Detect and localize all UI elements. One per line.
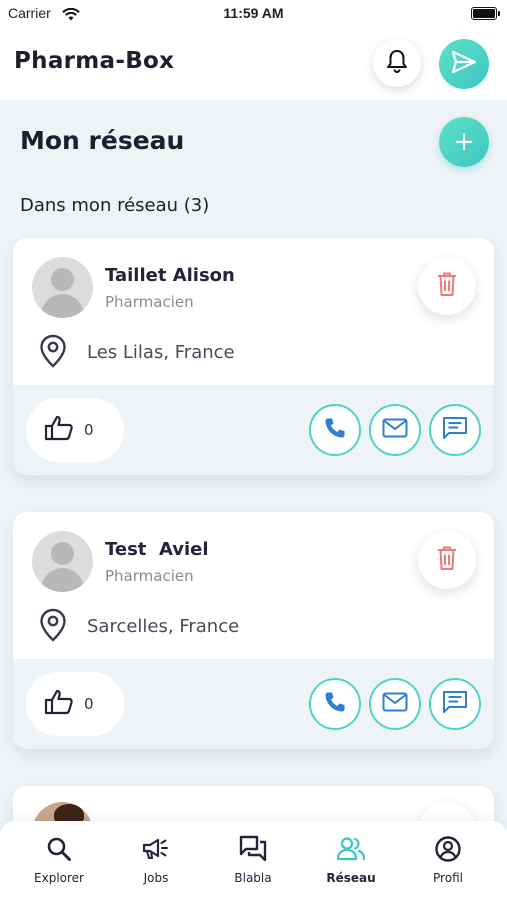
nav-label: Blabla (234, 871, 272, 885)
users-icon (336, 836, 366, 866)
page-title: Mon réseau (20, 126, 185, 155)
megaphone-icon (141, 836, 171, 866)
send-button[interactable] (439, 39, 489, 89)
app-header: Pharma-Box (0, 26, 507, 100)
bottom-navigation: Explorer Jobs Blabla Réseau Profil (0, 821, 507, 900)
phone-icon (323, 416, 347, 444)
chat-icon (442, 416, 468, 444)
bell-icon (385, 48, 409, 78)
contact-name[interactable]: Test Aviel (105, 539, 209, 560)
network-count-label: Dans mon réseau (3) (20, 195, 210, 216)
search-icon (46, 836, 72, 866)
clock: 11:59 AM (223, 5, 284, 21)
nav-label: Réseau (326, 871, 376, 885)
delete-contact-button[interactable] (418, 531, 476, 589)
nav-item-reseau[interactable]: Réseau (301, 835, 401, 885)
thumbs-up-icon (44, 689, 74, 719)
like-count: 0 (84, 421, 94, 439)
like-count: 0 (84, 695, 94, 713)
nav-item-jobs[interactable]: Jobs (106, 835, 206, 885)
nav-label: Profil (433, 871, 463, 885)
nav-label: Explorer (34, 871, 84, 885)
like-button[interactable]: 0 (26, 672, 124, 736)
profile-icon (434, 835, 462, 867)
message-button[interactable] (429, 678, 481, 730)
contact-role: Pharmacien (105, 293, 194, 311)
send-icon (451, 50, 477, 78)
battery-icon (471, 7, 500, 20)
contact-role: Pharmacien (105, 567, 194, 585)
email-button[interactable] (369, 404, 421, 456)
contact-name[interactable]: Taillet Alison (105, 265, 235, 286)
location-pin-icon (39, 608, 67, 646)
contact-card: Test Aviel Pharmacien Sarcelles, France … (13, 512, 494, 749)
contact-card: Taillet Alison Pharmacien Les Lilas, Fra… (13, 238, 494, 475)
like-button[interactable]: 0 (26, 398, 124, 462)
chat-icon (442, 690, 468, 718)
nav-item-blabla[interactable]: Blabla (203, 835, 303, 885)
plus-icon: + (453, 127, 475, 157)
nav-item-explorer[interactable]: Explorer (9, 835, 109, 885)
phone-icon (323, 690, 347, 718)
mail-icon (382, 418, 408, 442)
delete-contact-button[interactable] (418, 257, 476, 315)
chat-bubbles-icon (239, 835, 267, 867)
add-contact-button[interactable]: + (439, 117, 489, 167)
thumbs-up-icon (44, 415, 74, 445)
nav-label: Jobs (143, 871, 169, 885)
app-title: Pharma-Box (14, 48, 175, 74)
mail-icon (382, 692, 408, 716)
avatar[interactable] (32, 531, 93, 592)
contact-location: Sarcelles, France (87, 616, 240, 637)
trash-icon (436, 271, 458, 301)
avatar[interactable] (32, 257, 93, 318)
call-button[interactable] (309, 404, 361, 456)
message-button[interactable] (429, 404, 481, 456)
call-button[interactable] (309, 678, 361, 730)
trash-icon (436, 545, 458, 575)
status-bar: Carrier 11:59 AM (0, 0, 507, 26)
nav-item-profil[interactable]: Profil (398, 835, 498, 885)
email-button[interactable] (369, 678, 421, 730)
location-pin-icon (39, 334, 67, 372)
contact-location: Les Lilas, France (87, 342, 235, 363)
notifications-button[interactable] (373, 39, 421, 87)
